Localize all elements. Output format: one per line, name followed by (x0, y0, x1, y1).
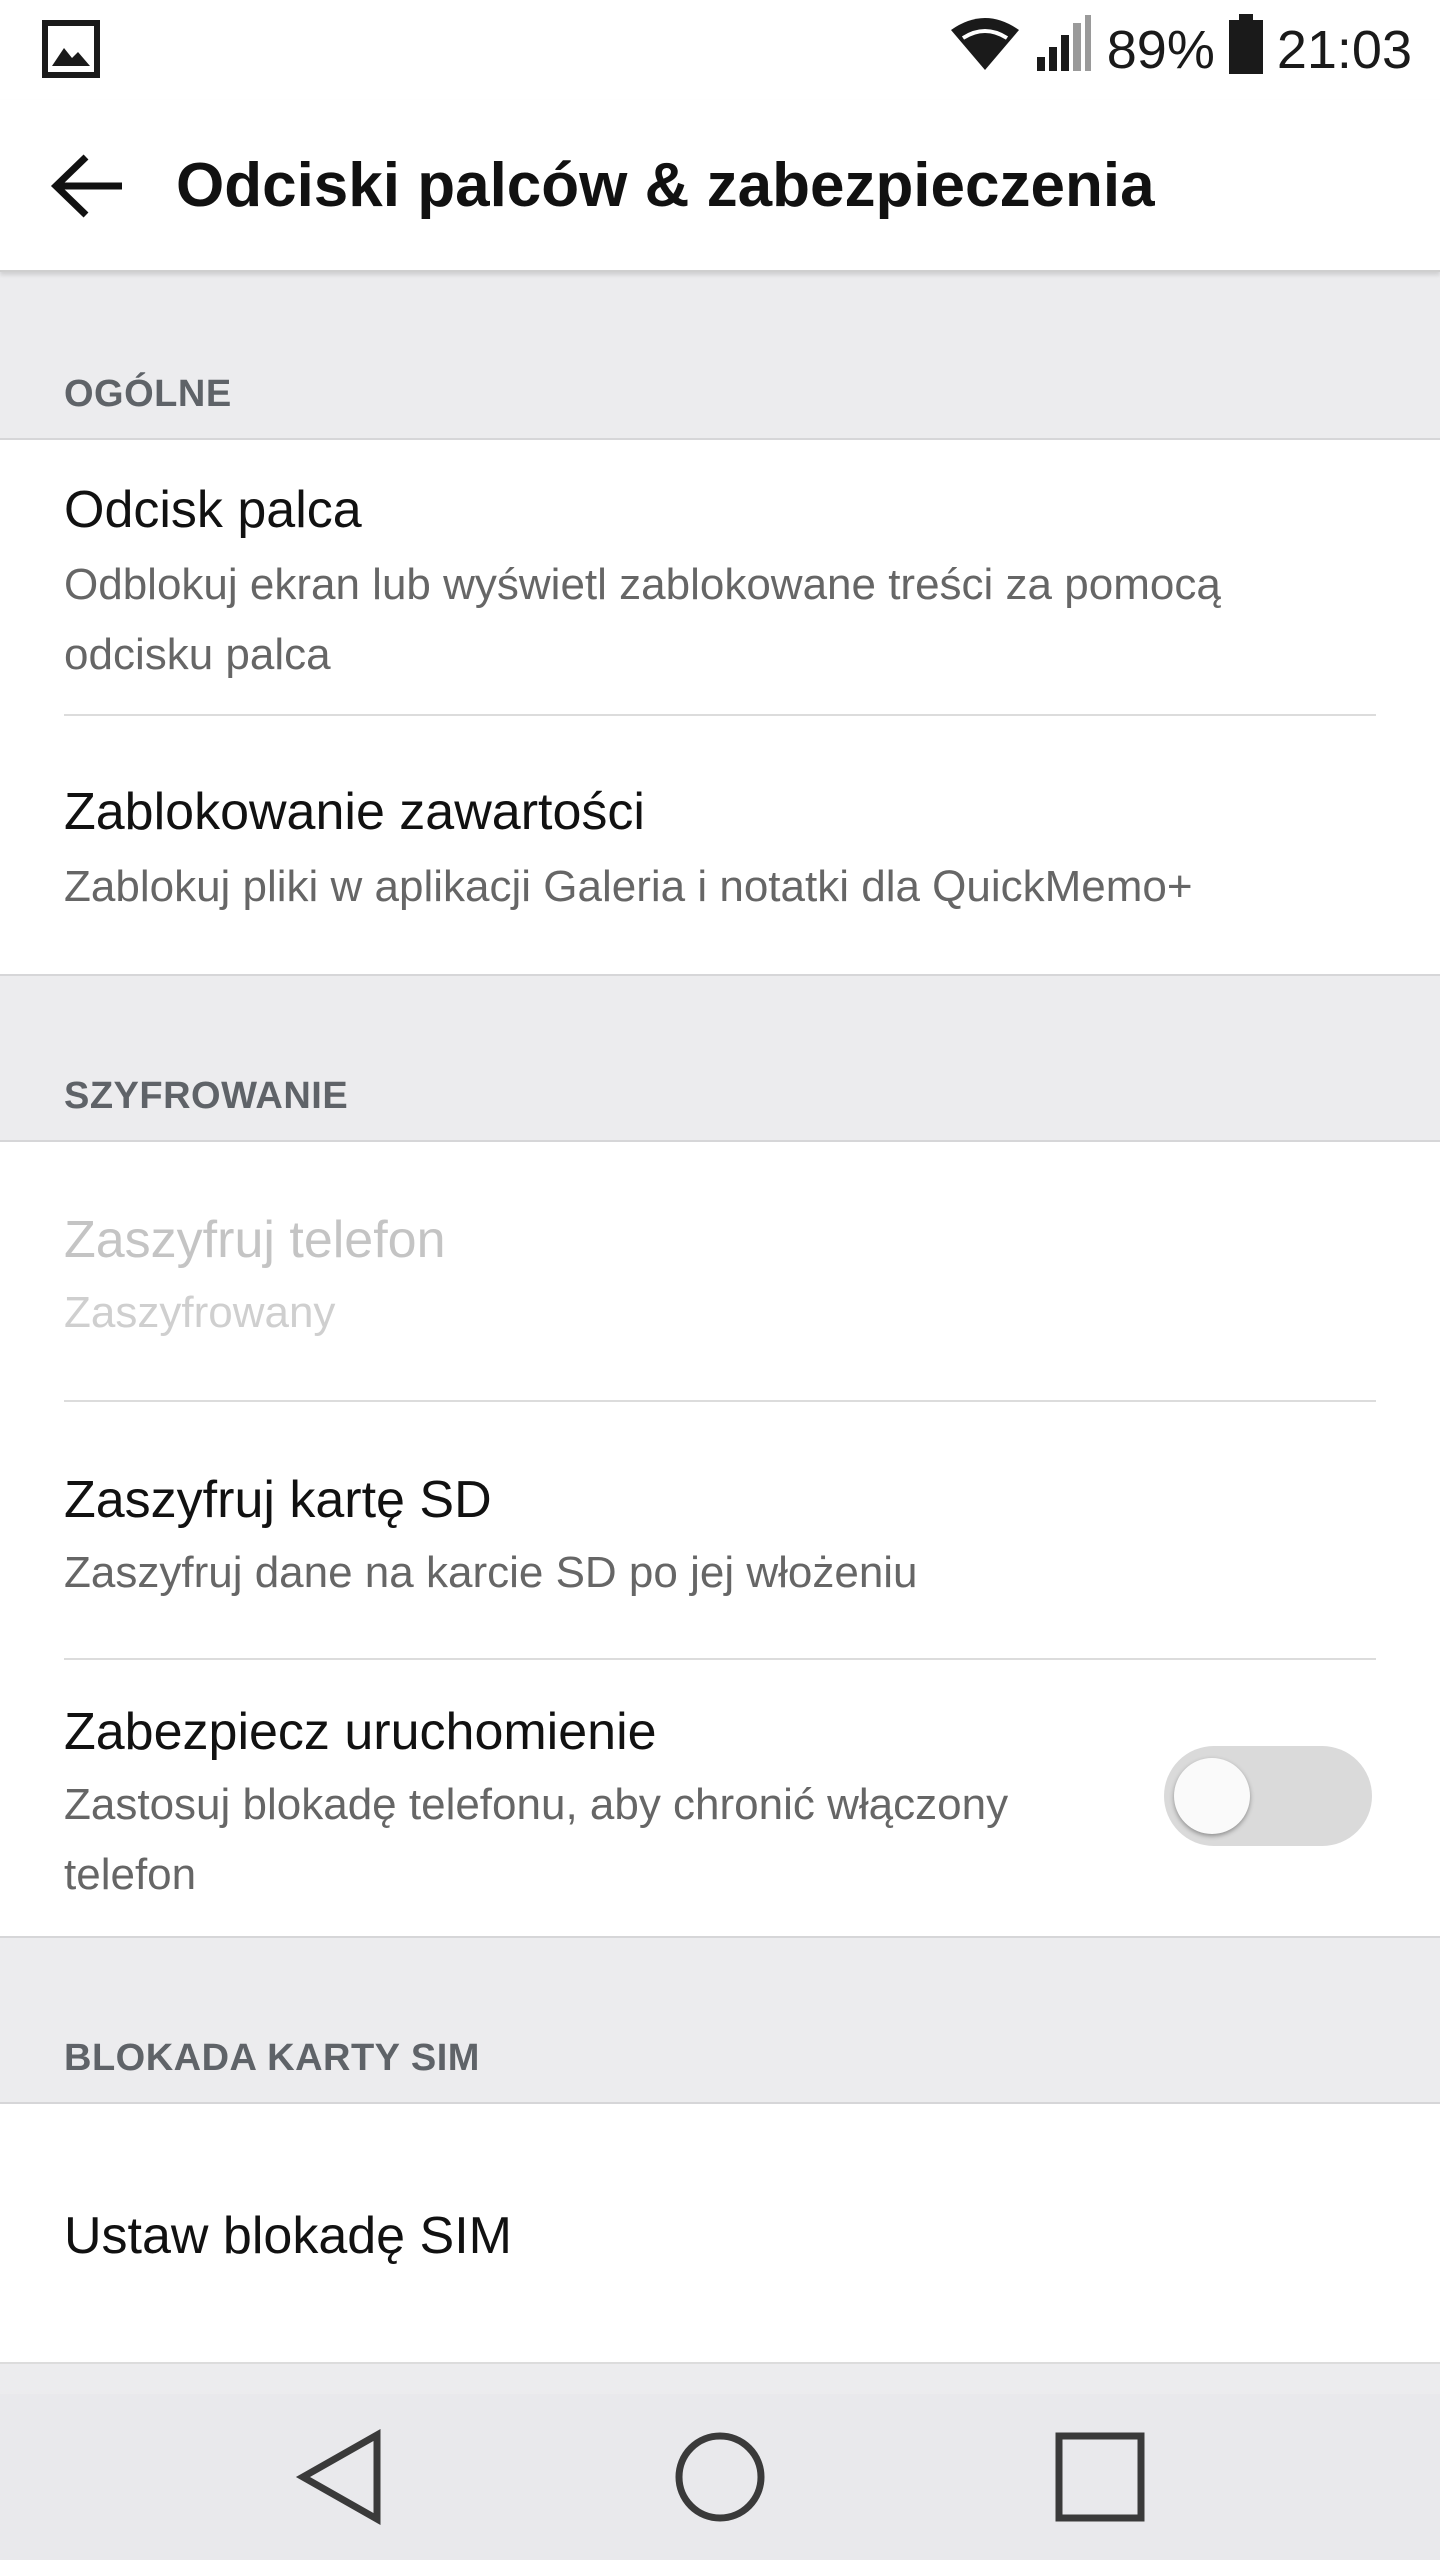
section-header-label: OGÓLNE (64, 373, 232, 415)
section-header-encryption: SZYFROWANIE (0, 976, 1440, 1142)
secure-startup-summary-line1: Zastosuj blokadę telefonu, aby chronić w… (64, 1780, 1009, 1829)
section-header-label: SZYFROWANIE (64, 1075, 349, 1117)
navigation-bar (0, 2394, 1440, 2560)
nav-recents-button[interactable] (1045, 2422, 1155, 2532)
secure-startup-title: Zabezpiecz uruchomienie (64, 1703, 657, 1761)
content-lock-item[interactable]: Zablokowanie zawartości Zablokuj pliki w… (0, 716, 1440, 974)
cellular-signal-icon (1035, 14, 1093, 86)
image-notification-icon (42, 20, 100, 83)
home-circle-icon (675, 2432, 765, 2522)
toggle-thumb (1174, 1758, 1250, 1834)
back-button[interactable] (40, 138, 136, 234)
content-lock-summary: Zablokuj pliki w aplikacji Galeria i not… (64, 862, 1193, 911)
fingerprint-summary-line1: Odblokuj ekran lub wyświetl zablokowane … (64, 560, 1221, 609)
battery-icon (1228, 13, 1263, 87)
section-header-general: OGÓLNE (0, 272, 1440, 440)
fingerprint-title: Odcisk palca (64, 481, 362, 539)
encrypt-phone-item: Zaszyfruj telefon Zaszyfrowany (0, 1142, 1440, 1400)
encrypt-phone-title: Zaszyfruj telefon (64, 1211, 446, 1269)
status-bar: 89% 21:03 (0, 0, 1440, 100)
encrypt-sd-summary: Zaszyfruj dane na karcie SD po jej włoże… (64, 1548, 918, 1597)
encrypt-sd-item[interactable]: Zaszyfruj kartę SD Zaszyfruj dane na kar… (0, 1402, 1440, 1658)
fingerprint-item[interactable]: Odcisk palca Odblokuj ekran lub wyświetl… (0, 440, 1440, 716)
content-lock-title: Zablokowanie zawartości (64, 783, 645, 841)
app-toolbar: Odciski palców & zabezpieczenia (0, 100, 1440, 272)
encrypt-phone-summary: Zaszyfrowany (64, 1288, 336, 1337)
section-header-label: BLOKADA KARTY SIM (64, 2037, 480, 2079)
back-triangle-icon (295, 2429, 381, 2525)
secure-startup-toggle[interactable] (1164, 1746, 1372, 1846)
clock: 21:03 (1276, 20, 1412, 80)
battery-percent: 89% (1106, 20, 1215, 80)
set-sim-lock-item[interactable]: Ustaw blokadę SIM (0, 2104, 1440, 2362)
section-header-sim-lock: BLOKADA KARTY SIM (0, 1938, 1440, 2104)
fingerprint-summary-line2: odcisku palca (64, 630, 331, 679)
nav-back-button[interactable] (285, 2422, 395, 2532)
page-title: Odciski palców & zabezpieczenia (176, 150, 1155, 220)
set-sim-lock-title: Ustaw blokadę SIM (64, 2207, 512, 2265)
encrypt-sd-title: Zaszyfruj kartę SD (64, 1471, 492, 1529)
secure-startup-summary-line2: telefon (64, 1850, 197, 1899)
arrow-back-icon (50, 154, 122, 218)
recents-square-icon (1055, 2432, 1145, 2522)
list-end-gap (0, 2364, 1440, 2394)
nav-home-button[interactable] (665, 2422, 775, 2532)
wifi-icon (949, 16, 1021, 85)
